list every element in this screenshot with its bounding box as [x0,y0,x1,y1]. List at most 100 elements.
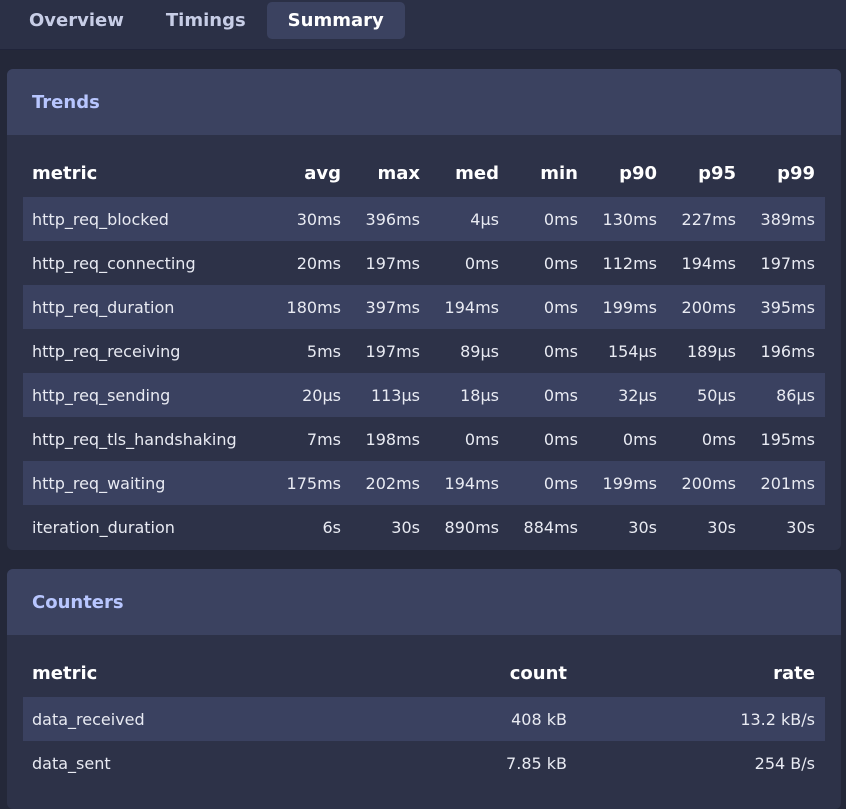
cell-med: 194ms [444,297,499,317]
col-header-med[interactable]: med [430,135,509,197]
cell-min: 0ms [543,253,578,273]
counters-title: Counters [7,569,841,635]
cell-p90: 130ms [602,209,657,229]
cell-med: 4µs [470,209,499,229]
table-row: http_req_duration 180ms 397ms 194ms 0ms 199ms… [23,285,825,329]
table-row: http_req_connecting 20ms 197ms 0ms 0ms 112ms 1… [23,241,825,285]
cell-max: 396ms [365,209,420,229]
col-header-min[interactable]: min [509,135,588,197]
trends-panel: Trends metric avg max med min p90 p95 p9… [7,69,841,550]
cell-p99: 389ms [760,209,815,229]
cell-p95: 194ms [681,253,736,273]
cell-avg: 6s [322,517,341,537]
counters-header-row: metric count rate [23,635,825,697]
col-header-p99[interactable]: p99 [746,135,825,197]
cell-p95: 30s [707,517,736,537]
cell-p99: 195ms [760,429,815,449]
cell-p95: 227ms [681,209,736,229]
cell-p95: 50µs [697,385,736,405]
cell-avg: 5ms [306,341,341,361]
cell-avg: 175ms [286,473,341,493]
cell-max: 397ms [365,297,420,317]
cell-max: 197ms [365,341,420,361]
cell-metric: data_received [32,709,145,729]
col-header-rate[interactable]: rate [577,635,825,697]
cell-p90: 30s [628,517,657,537]
table-row: http_req_sending 20µs 113µs 18µs 0ms 32µs 50µs… [23,373,825,417]
cell-count: 408 kB [511,709,567,729]
cell-med: 194ms [444,473,499,493]
cell-p99: 196ms [760,341,815,361]
cell-med: 89µs [460,341,499,361]
cell-avg: 20µs [302,385,341,405]
cell-min: 0ms [543,429,578,449]
cell-max: 30s [391,517,420,537]
cell-p95: 200ms [681,297,736,317]
table-row: http_req_receiving 5ms 197ms 89µs 0ms 154µs 18… [23,329,825,373]
cell-max: 113µs [370,385,420,405]
col-header-avg[interactable]: avg [272,135,351,197]
col-header-p90[interactable]: p90 [588,135,667,197]
cell-med: 0ms [464,253,499,273]
cell-med: 0ms [464,429,499,449]
cell-p99: 86µs [776,385,815,405]
cell-avg: 30ms [296,209,341,229]
cell-avg: 180ms [286,297,341,317]
cell-min: 0ms [543,297,578,317]
trends-header-row: metric avg max med min p90 p95 p99 [23,135,825,197]
trends-table: metric avg max med min p90 p95 p99 http_… [23,135,825,549]
table-row: data_received 408 kB 13.2 kB/s [23,697,825,741]
cell-metric: http_req_sending [32,385,171,405]
cell-p90: 199ms [602,473,657,493]
counters-panel: Counters metric count rate data_received… [7,569,841,809]
cell-max: 202ms [365,473,420,493]
cell-p90: 32µs [618,385,657,405]
table-row: iteration_duration 6s 30s 890ms 884ms 30s 30s 3… [23,505,825,549]
cell-min: 0ms [543,209,578,229]
cell-min: 884ms [523,517,578,537]
cell-med: 890ms [444,517,499,537]
trends-title: Trends [7,69,841,135]
cell-p90: 199ms [602,297,657,317]
col-header-metric[interactable]: metric [23,135,272,197]
tab-bar: Overview Timings Summary [0,0,846,50]
cell-avg: 20ms [296,253,341,273]
cell-metric: iteration_duration [32,517,175,537]
cell-avg: 7ms [306,429,341,449]
cell-p99: 201ms [760,473,815,493]
table-row: data_sent 7.85 kB 254 B/s [23,741,825,785]
tab-overview[interactable]: Overview [8,2,145,39]
cell-p95: 189µs [686,341,736,361]
cell-p90: 112ms [602,253,657,273]
cell-rate: 254 B/s [754,753,815,773]
counters-table: metric count rate data_received 408 kB 13.… [23,635,825,785]
cell-min: 0ms [543,385,578,405]
cell-max: 198ms [365,429,420,449]
cell-p95: 0ms [701,429,736,449]
col-header-p95[interactable]: p95 [667,135,746,197]
tab-summary[interactable]: Summary [266,2,405,39]
cell-metric: http_req_waiting [32,473,166,493]
table-row: http_req_tls_handshaking 7ms 198ms 0ms 0ms 0m… [23,417,825,461]
table-row: http_req_blocked 30ms 396ms 4µs 0ms 130ms 227m… [23,197,825,241]
col-header-count[interactable]: count [430,635,577,697]
cell-min: 0ms [543,341,578,361]
cell-min: 0ms [543,473,578,493]
tab-timings[interactable]: Timings [145,2,267,39]
cell-count: 7.85 kB [506,753,567,773]
col-header-metric[interactable]: metric [23,635,430,697]
cell-p95: 200ms [681,473,736,493]
cell-p99: 197ms [760,253,815,273]
cell-metric: http_req_blocked [32,209,169,229]
table-row: http_req_waiting 175ms 202ms 194ms 0ms 199ms 2… [23,461,825,505]
cell-p99: 30s [786,517,815,537]
col-header-max[interactable]: max [351,135,430,197]
cell-rate: 13.2 kB/s [740,709,815,729]
cell-max: 197ms [365,253,420,273]
cell-metric: http_req_duration [32,297,175,317]
cell-metric: http_req_tls_handshaking [32,429,237,449]
cell-p90: 0ms [622,429,657,449]
cell-p99: 395ms [760,297,815,317]
cell-med: 18µs [460,385,499,405]
cell-p90: 154µs [607,341,657,361]
